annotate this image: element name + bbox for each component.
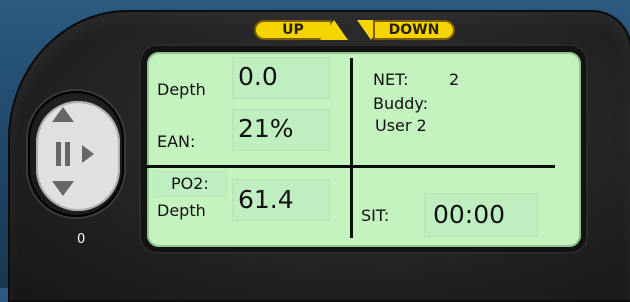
ean-value: 21% [238,114,294,143]
ean-label: EAN: [157,132,196,151]
lcd-screen: Depth 0.0 EAN: 21% PO2: Depth 61.4 NET: … [147,52,581,247]
counter-value: 0 [77,232,86,247]
play-icon[interactable] [82,145,94,163]
vertical-divider [350,58,353,238]
buddy-value: User 2 [375,116,427,135]
control-button-face[interactable] [36,101,120,211]
down-label-text: DOWN [388,22,440,38]
sit-value: 00:00 [433,200,506,229]
down-button-label[interactable]: DOWN [373,20,455,40]
net-label: NET: [373,70,409,89]
horizontal-divider [147,165,555,168]
up-triangle-icon[interactable] [52,107,74,122]
sit-label: SIT: [361,206,390,225]
po2-label: PO2: [171,174,209,193]
net-value: 2 [449,70,460,89]
down-triangle-icon[interactable] [52,181,74,196]
po2-depth-value: 61.4 [238,185,294,214]
depth-label: Depth [157,80,206,99]
depth-value: 0.0 [238,62,278,91]
buddy-label: Buddy: [373,94,429,113]
po2-depth-label: Depth [157,201,206,220]
up-label-text: UP [282,22,304,38]
up-arrow-icon [320,20,348,40]
pause-icon[interactable] [56,142,72,166]
